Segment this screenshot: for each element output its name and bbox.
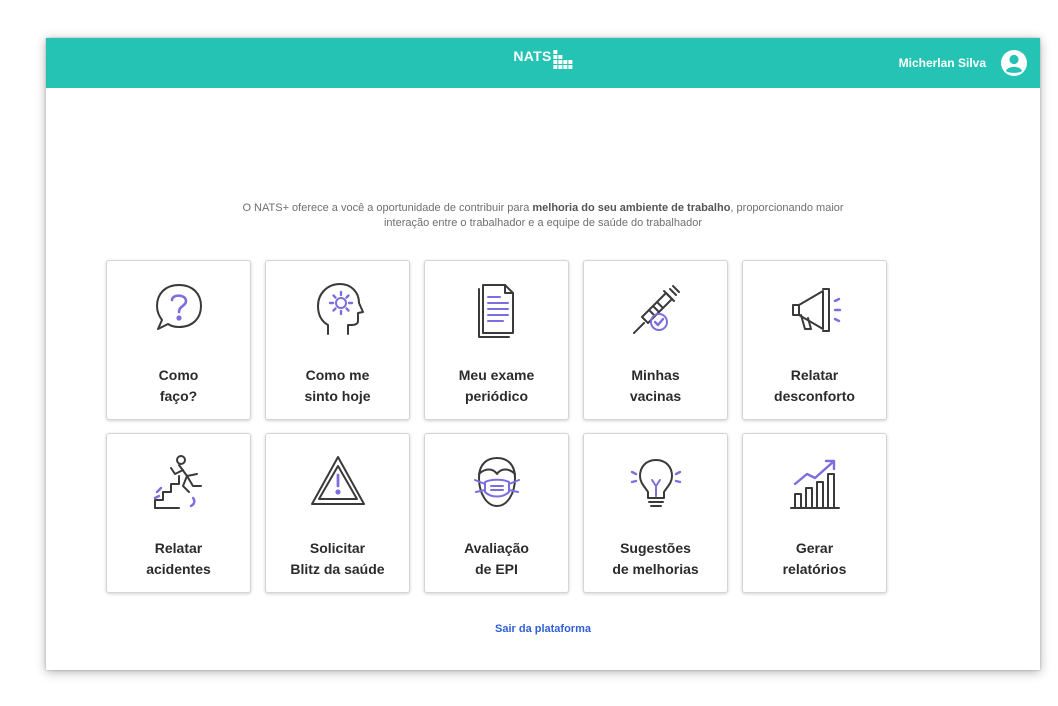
card-label-line1: Avaliação [464,540,529,556]
card-como-me-sinto-hoje[interactable]: Como me sinto hoje [265,260,410,420]
card-label: Como faço? [107,365,250,407]
card-meu-exame-periodico[interactable]: Meu exame periódico [424,260,569,420]
card-label-line1: Meu exame [458,367,535,383]
document-icon [467,279,527,339]
card-label-line2: acidentes [146,561,211,577]
card-sugestoes-de-melhorias[interactable]: Sugestões de melhorias [583,433,728,593]
syringe-icon [626,279,686,339]
card-como-faco[interactable]: Como faço? [106,260,251,420]
card-label-line1: Como me [305,367,370,383]
card-label-line2: de melhorias [612,561,699,577]
intro-text-bold: melhoria do seu ambiente de trabalho [532,202,731,214]
card-label-line2: de EPI [475,561,518,577]
megaphone-icon [785,279,845,339]
card-avaliacao-de-epi[interactable]: Avaliação de EPI [424,433,569,593]
card-label-line2: faço? [159,388,198,404]
top-bar: NATS Micherlan Silva [46,38,1040,88]
card-label: Relatar desconforto [743,365,886,407]
card-label-line1: Como [158,367,199,383]
intro-text-line2: interação entre o trabalhador e a equipe… [383,217,702,229]
falling-person-icon [149,452,209,512]
card-label-line2: relatórios [782,561,847,577]
card-label: Sugestões de melhorias [584,538,727,580]
face-mask-icon [467,452,527,512]
card-relatar-desconforto[interactable]: Relatar desconforto [742,260,887,420]
card-label-line2: periódico [464,388,528,404]
logo-dots-icon [553,50,573,69]
card-label-line1: Solicitar [309,540,366,556]
intro-text-part1: O NATS+ oferece a você a oportunidade de… [242,202,533,214]
app-window: NATS Micherlan Silva O NATS+ oferece a v… [46,38,1040,670]
intro-text-part2: , proporcionando maior [730,202,844,214]
card-label: Meu exame periódico [425,365,568,407]
bar-chart-icon [785,452,845,512]
feature-grid: Como faço? Como me sinto hoje Meu exame … [106,260,887,593]
head-gear-icon [308,279,368,339]
user-name: Micherlan Silva [898,56,986,70]
card-label: Gerar relatórios [743,538,886,580]
card-label-line2: sinto hoje [304,388,371,404]
logout-link[interactable]: Sair da plataforma [46,623,1040,635]
card-label: Minhas vacinas [584,365,727,407]
user-menu[interactable]: Micherlan Silva [899,49,1028,77]
card-label: Como me sinto hoje [266,365,409,407]
card-minhas-vacinas[interactable]: Minhas vacinas [583,260,728,420]
card-label-line1: Sugestões [620,540,691,556]
card-gerar-relatorios[interactable]: Gerar relatórios [742,433,887,593]
card-label: Avaliação de EPI [425,538,568,580]
card-relatar-acidentes[interactable]: Relatar acidentes [106,433,251,593]
card-label-line1: Relatar [790,367,839,383]
user-avatar-icon[interactable] [1000,49,1028,77]
card-label-line2: Blitz da saúde [290,561,385,577]
logo-text: NATS [513,48,552,64]
card-label-line1: Relatar [154,540,203,556]
warning-triangle-icon [308,452,368,512]
nats-logo[interactable]: NATS [513,48,573,69]
question-bubble-icon [149,279,209,339]
intro-text: O NATS+ oferece a você a oportunidade de… [46,201,1040,231]
card-label-line2: desconforto [774,388,855,404]
card-label: Solicitar Blitz da saúde [266,538,409,580]
card-label-line1: Minhas [631,367,680,383]
card-label: Relatar acidentes [107,538,250,580]
lightbulb-icon [626,452,686,512]
card-solicitar-blitz-da-saude[interactable]: Solicitar Blitz da saúde [265,433,410,593]
card-label-line1: Gerar [795,540,834,556]
card-label-line2: vacinas [629,388,682,404]
